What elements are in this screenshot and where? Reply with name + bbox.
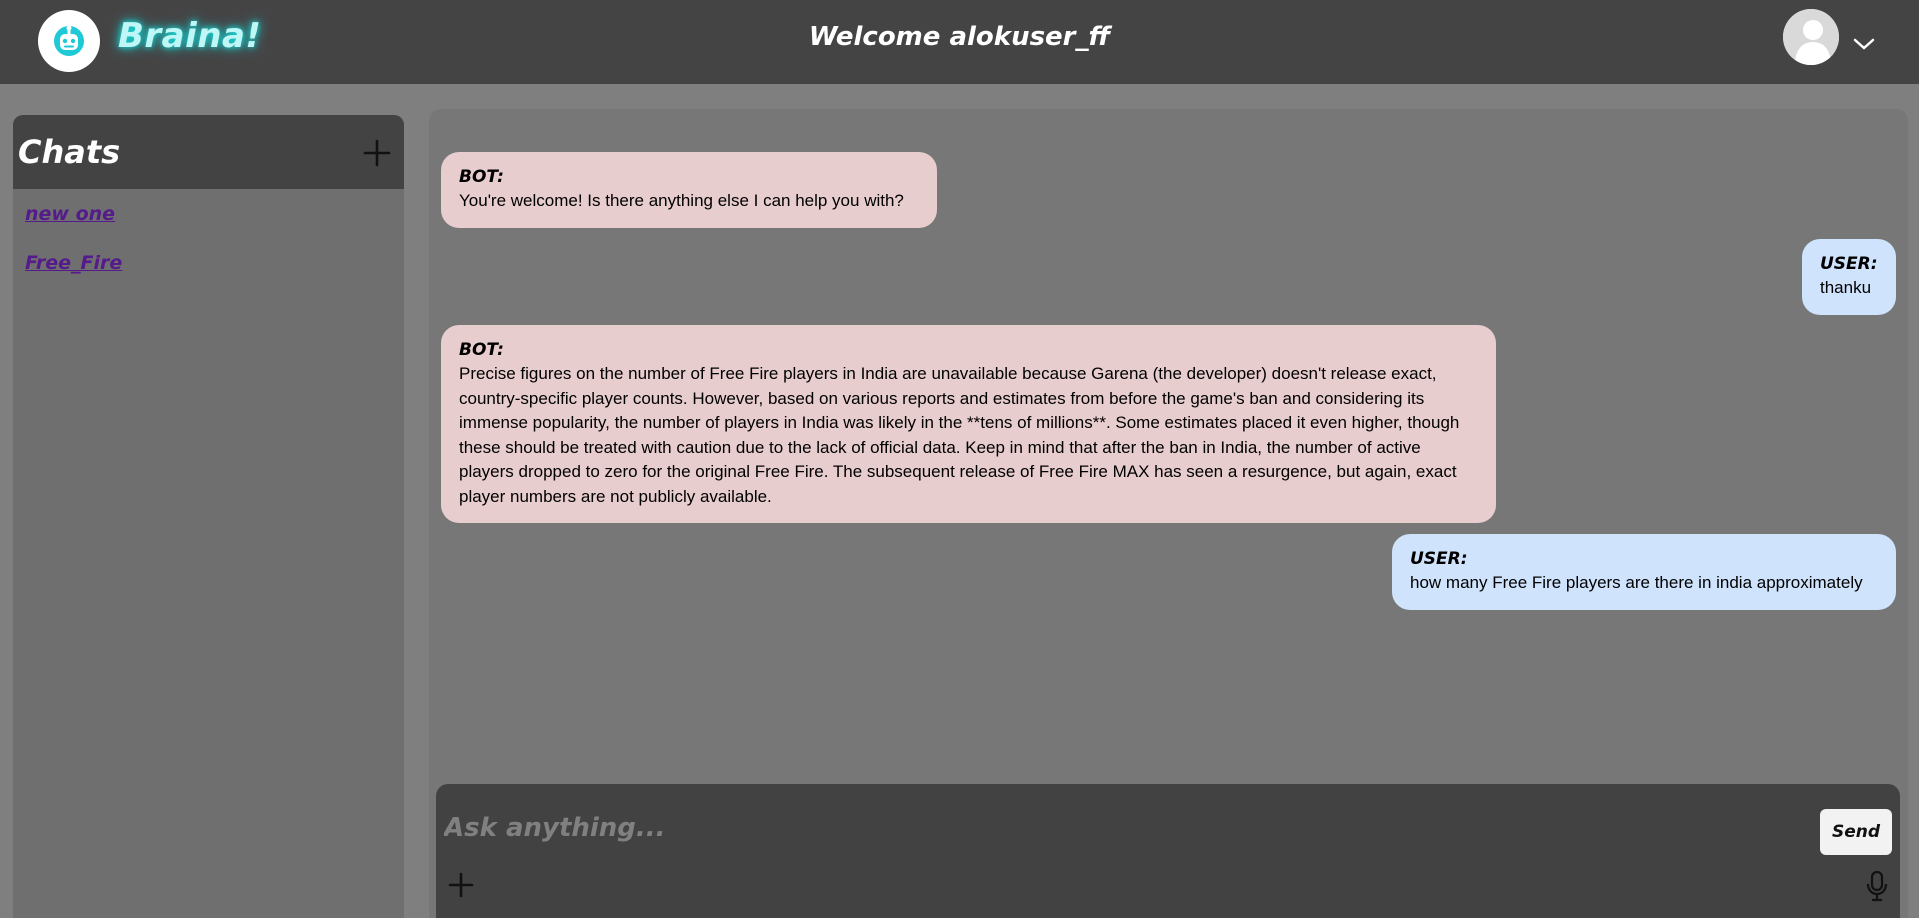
- message-sender: BOT:: [459, 167, 504, 187]
- top-bar: Braina! Welcome alokuser_ff: [0, 0, 1919, 84]
- message-text: how many Free Fire players are there in …: [1410, 573, 1863, 592]
- message-text: You're welcome! Is there anything else I…: [459, 191, 904, 210]
- message-composer: Send: [436, 784, 1900, 918]
- ask-input[interactable]: [444, 808, 1794, 848]
- plus-icon: [363, 139, 391, 167]
- attach-button[interactable]: [444, 868, 478, 902]
- bot-message: BOT: You're welcome! Is there anything e…: [441, 152, 937, 228]
- message-sender: BOT:: [459, 340, 504, 360]
- welcome-text: Welcome alokuser_ff: [808, 22, 1111, 52]
- user-avatar-icon[interactable]: [1783, 9, 1839, 65]
- chevron-down-icon[interactable]: [1850, 30, 1878, 58]
- user-message: USER: how many Free Fire players are the…: [1392, 534, 1896, 610]
- microphone-icon: [1866, 870, 1888, 902]
- message-text: thanku: [1820, 278, 1872, 297]
- sidebar-title: Chats: [18, 133, 121, 171]
- user-message: USER: thanku: [1802, 239, 1896, 315]
- chat-sidebar: Chats new one Free_Fire: [13, 115, 404, 918]
- chat-list: new one Free_Fire: [13, 189, 404, 297]
- message-text: Precise figures on the number of Free Fi…: [459, 364, 1460, 506]
- message-sender: USER:: [1820, 254, 1878, 274]
- send-button[interactable]: Send: [1820, 809, 1892, 855]
- chat-link-new-one[interactable]: new one: [25, 199, 404, 248]
- new-chat-button[interactable]: [361, 137, 393, 169]
- plus-icon: [448, 872, 474, 898]
- microphone-button[interactable]: [1860, 868, 1894, 904]
- bot-message: BOT: Precise figures on the number of Fr…: [441, 325, 1496, 523]
- sidebar-header: Chats: [13, 115, 404, 189]
- chat-link-free-fire[interactable]: Free_Fire: [25, 248, 404, 297]
- message-sender: USER:: [1410, 549, 1468, 569]
